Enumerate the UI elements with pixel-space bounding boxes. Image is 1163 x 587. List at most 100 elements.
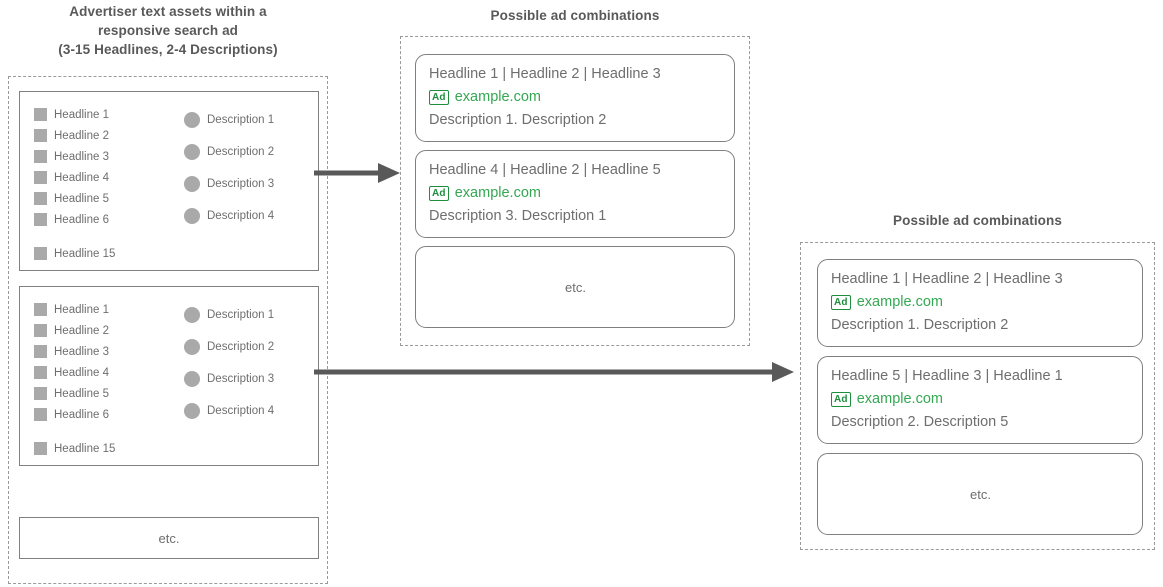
- ad-badge-icon: Ad: [429, 90, 449, 105]
- headline-item: Headline 1: [34, 299, 184, 320]
- description-label: Description 4: [207, 210, 275, 222]
- arrow-group1-to-middle-icon: [314, 163, 400, 183]
- square-swatch-icon: [34, 247, 47, 260]
- headline-list-1: Headline 1 Headline 2 Headline 3 Headlin…: [34, 104, 184, 264]
- ad-headline-line: Headline 1 | Headline 2 | Headline 3: [831, 271, 1063, 287]
- headline-item: Headline 5: [34, 383, 184, 404]
- arrow-group2-to-right-icon: [314, 362, 794, 382]
- square-swatch-icon: [34, 192, 47, 205]
- square-swatch-icon: [34, 303, 47, 316]
- headline-item: Headline 2: [34, 125, 184, 146]
- ad-headline-line: Headline 1 | Headline 2 | Headline 3: [429, 66, 661, 82]
- asset-group-etc-box: etc.: [19, 517, 319, 559]
- ad-display-url: example.com: [856, 294, 943, 310]
- square-swatch-icon: [34, 387, 47, 400]
- ad-preview-card: Headline 4 | Headline 2 | Headline 5 Ad …: [415, 150, 735, 238]
- headline-label: Headline 5: [54, 192, 109, 205]
- headline-item: Headline 4: [34, 167, 184, 188]
- ad-badge-icon: Ad: [429, 186, 449, 201]
- square-swatch-icon: [34, 129, 47, 142]
- headline-label: Headline 6: [54, 213, 109, 226]
- ad-description-line: Description 1. Description 2: [429, 112, 607, 128]
- ad-url-row: Ad example.com: [429, 182, 722, 205]
- ad-display-url: example.com: [856, 391, 943, 407]
- headline-label: Headline 2: [54, 129, 109, 142]
- advertiser-assets-panel: Headline 1 Headline 2 Headline 3 Headlin…: [8, 76, 328, 584]
- ad-headline-line: Headline 4 | Headline 2 | Headline 5: [429, 162, 661, 178]
- description-item: Description 1: [184, 299, 319, 331]
- description-label: Description 3: [207, 178, 275, 190]
- left-title-line-3: (3-15 Headlines, 2-4 Descriptions): [58, 42, 278, 57]
- square-swatch-icon: [34, 408, 47, 421]
- etc-label: etc.: [158, 530, 180, 546]
- square-swatch-icon: [34, 171, 47, 184]
- left-column-title: Advertiser text assets within a responsi…: [0, 2, 336, 59]
- diagram-canvas: Advertiser text assets within a responsi…: [0, 0, 1163, 587]
- ad-preview-card: Headline 1 | Headline 2 | Headline 3 Ad …: [415, 54, 735, 142]
- headline-label: Headline 1: [54, 108, 109, 121]
- ad-description-line: Description 2. Description 5: [831, 414, 1009, 430]
- headline-label: Headline 15: [54, 442, 116, 455]
- headline-item: Headline 1: [34, 104, 184, 125]
- etc-label: etc.: [565, 279, 586, 295]
- middle-column-title: Possible ad combinations: [490, 8, 660, 23]
- headline-label: Headline 15: [54, 247, 116, 260]
- headline-item: Headline 2: [34, 320, 184, 341]
- description-item: Description 2: [184, 136, 319, 168]
- ad-preview-card: Headline 1 | Headline 2 | Headline 3 Ad …: [817, 259, 1143, 347]
- headline-label: Headline 3: [54, 345, 109, 358]
- headline-label: Headline 5: [54, 387, 109, 400]
- headline-label: Headline 4: [54, 171, 109, 184]
- square-swatch-icon: [34, 324, 47, 337]
- description-item: Description 4: [184, 200, 319, 232]
- square-swatch-icon: [34, 108, 47, 121]
- headline-item: Headline 6: [34, 209, 184, 230]
- ad-badge-icon: Ad: [831, 392, 851, 407]
- headline-label: Headline 6: [54, 408, 109, 421]
- headline-list-2: Headline 1 Headline 2 Headline 3 Headlin…: [34, 299, 184, 459]
- square-swatch-icon: [34, 150, 47, 163]
- circle-swatch-icon: [184, 144, 200, 160]
- headline-item: Headline 15: [34, 438, 184, 459]
- square-swatch-icon: [34, 442, 47, 455]
- left-title-line-2: responsive search ad: [97, 23, 239, 38]
- middle-ad-combinations-panel: Headline 1 | Headline 2 | Headline 3 Ad …: [400, 36, 750, 346]
- description-item: Description 3: [184, 168, 319, 200]
- ad-url-row: Ad example.com: [831, 388, 1130, 411]
- description-label: Description 4: [207, 405, 275, 417]
- circle-swatch-icon: [184, 112, 200, 128]
- ad-description-line: Description 3. Description 1: [429, 208, 607, 224]
- headline-item: Headline 5: [34, 188, 184, 209]
- ad-url-row: Ad example.com: [429, 86, 722, 109]
- circle-swatch-icon: [184, 307, 200, 323]
- left-title-line-1: Advertiser text assets within a: [69, 4, 267, 19]
- right-ad-combinations-panel: Headline 1 | Headline 2 | Headline 3 Ad …: [800, 242, 1155, 550]
- circle-swatch-icon: [184, 371, 200, 387]
- circle-swatch-icon: [184, 208, 200, 224]
- headline-label: Headline 3: [54, 150, 109, 163]
- ad-headline-line: Headline 5 | Headline 3 | Headline 1: [831, 368, 1063, 384]
- right-column-title: Possible ad combinations: [893, 213, 1062, 228]
- description-label: Description 2: [207, 146, 275, 158]
- square-swatch-icon: [34, 345, 47, 358]
- asset-group-box-1: Headline 1 Headline 2 Headline 3 Headlin…: [19, 91, 319, 271]
- description-label: Description 3: [207, 373, 275, 385]
- description-item: Description 2: [184, 331, 319, 363]
- description-label: Description 1: [207, 309, 275, 321]
- description-label: Description 2: [207, 341, 275, 353]
- ad-description-line: Description 1. Description 2: [831, 317, 1009, 333]
- square-swatch-icon: [34, 213, 47, 226]
- ad-display-url: example.com: [454, 185, 541, 201]
- etc-label: etc.: [970, 486, 991, 502]
- square-swatch-icon: [34, 366, 47, 379]
- ad-display-url: example.com: [454, 89, 541, 105]
- description-label: Description 1: [207, 114, 275, 126]
- description-list-2: Description 1 Description 2 Description …: [184, 299, 319, 427]
- headline-label: Headline 2: [54, 324, 109, 337]
- headline-item: Headline 3: [34, 146, 184, 167]
- description-list-1: Description 1 Description 2 Description …: [184, 104, 319, 232]
- headline-label: Headline 4: [54, 366, 109, 379]
- ad-preview-etc-card: etc.: [415, 246, 735, 328]
- ad-url-row: Ad example.com: [831, 291, 1130, 314]
- asset-group-box-2: Headline 1 Headline 2 Headline 3 Headlin…: [19, 286, 319, 466]
